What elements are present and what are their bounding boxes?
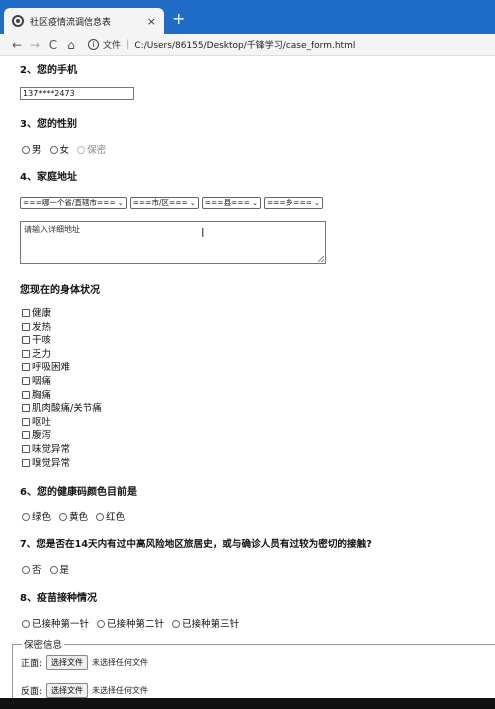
health-option[interactable]: 发热 <box>22 321 102 335</box>
back-label: 反面: <box>21 687 43 697</box>
address-selects: ===哪一个省/直辖市=== ⌄ ===市/区=== ⌄ ===县=== ⌄ ===乡… <box>20 197 323 209</box>
back-icon[interactable]: ← <box>8 38 26 52</box>
chevron-down-icon: ⌄ <box>117 199 124 207</box>
gender-options: 男 女 保密 <box>22 142 111 156</box>
travel-question: 7、您是否在14天内有过中高风险地区旅居史，或与确诊人员有过较为密切的接触? <box>20 539 372 550</box>
page-favicon-icon <box>12 15 24 27</box>
checkbox-icon[interactable] <box>22 390 30 399</box>
url-separator: | <box>126 39 130 50</box>
resize-handle-icon[interactable] <box>318 256 324 262</box>
new-tab-button[interactable]: + <box>172 11 185 27</box>
radio-icon[interactable] <box>22 566 30 574</box>
travel-option-yes[interactable]: 是 <box>49 565 69 576</box>
radio-icon[interactable] <box>22 620 30 628</box>
checkbox-icon[interactable] <box>22 376 30 385</box>
tab-title: 社区疫情流调信息表 <box>30 17 112 28</box>
secret-info-legend: 保密信息 <box>22 637 65 651</box>
county-select[interactable]: ===县=== ⌄ <box>201 197 261 209</box>
health-option[interactable]: 乏力 <box>22 348 102 362</box>
health-option[interactable]: 干咳 <box>22 334 102 348</box>
forward-icon[interactable]: → <box>26 38 44 52</box>
chevron-down-icon: ⌄ <box>314 199 320 207</box>
vaccine-option-third[interactable]: 已接种第三针 <box>172 619 239 630</box>
checkbox-icon[interactable] <box>22 309 30 317</box>
checkbox-icon[interactable] <box>22 417 30 426</box>
checkbox-icon[interactable] <box>22 349 30 358</box>
front-file-button[interactable]: 选择文件 <box>46 655 89 670</box>
url-scheme-label: 文件 <box>103 41 122 51</box>
radio-icon[interactable] <box>22 513 30 521</box>
checkbox-icon[interactable] <box>22 431 30 440</box>
health-option[interactable]: 腹泻 <box>22 429 102 443</box>
text-cursor-icon: I <box>201 226 205 240</box>
checkbox-icon[interactable] <box>22 363 30 372</box>
health-checklist: 健康 发热 干咳 乏力 呼吸困难 咽痛 胸痛 肌肉酸痛/关节痛 呕吐 腹泻 味觉… <box>22 307 102 470</box>
browser-nav-bar: ← → C ⌂ i 文件 | C:/Users/86155/Desktop/千锋… <box>0 34 495 56</box>
radio-icon[interactable] <box>49 146 58 154</box>
chevron-down-icon: ⌄ <box>251 199 258 207</box>
form-page: 2、您的手机 137****2473 3、您的性别 男 女 保密 4、家庭地址 … <box>0 56 495 709</box>
close-tab-icon[interactable]: × <box>147 15 156 28</box>
radio-icon[interactable] <box>172 620 181 628</box>
site-info-icon[interactable]: i <box>88 39 99 50</box>
front-file-status: 未选择任何文件 <box>92 658 149 667</box>
code-color-option-yellow[interactable]: 黄色 <box>59 512 88 523</box>
vaccine-option-second[interactable]: 已接种第二针 <box>97 619 164 630</box>
address-detail-textarea[interactable]: 请输入详细地址 <box>20 221 326 264</box>
health-option[interactable]: 呼吸困难 <box>22 361 102 375</box>
back-upload-row: 反面: 选择文件 未选择任何文件 <box>21 683 148 698</box>
checkbox-icon[interactable] <box>22 322 30 331</box>
address-detail-placeholder: 请输入详细地址 <box>24 225 80 234</box>
address-question: 4、家庭地址 <box>20 172 77 183</box>
address-bar[interactable]: C:/Users/86155/Desktop/千锋学习/case_form.ht… <box>134 38 355 51</box>
health-option[interactable]: 味觉异常 <box>22 443 102 457</box>
health-option[interactable]: 肌肉酸痛/关节痛 <box>22 402 102 416</box>
health-option[interactable]: 呕吐 <box>22 416 102 430</box>
township-select[interactable]: ===乡=== ⌄ <box>263 197 323 209</box>
browser-tab-bar: 社区疫情流调信息表 × + <box>0 0 495 34</box>
travel-options: 否 是 <box>22 562 74 576</box>
radio-icon[interactable] <box>77 146 86 154</box>
browser-tab[interactable]: 社区疫情流调信息表 × <box>4 8 164 34</box>
health-option[interactable]: 胸痛 <box>22 389 102 403</box>
vaccine-option-first[interactable]: 已接种第一针 <box>22 619 89 630</box>
code-color-options: 绿色 黄色 红色 <box>22 509 130 523</box>
city-select[interactable]: ===市/区=== ⌄ <box>129 197 199 209</box>
bottom-dark-bar <box>0 698 495 709</box>
chevron-down-icon: ⌄ <box>189 199 196 207</box>
code-color-question: 6、您的健康码颜色目前是 <box>20 487 137 498</box>
code-color-option-red[interactable]: 红色 <box>96 512 125 523</box>
front-label: 正面: <box>21 659 43 669</box>
gender-option-female[interactable]: 女 <box>49 145 69 156</box>
back-file-status: 未选择任何文件 <box>92 686 149 695</box>
back-file-button[interactable]: 选择文件 <box>46 683 89 698</box>
province-select[interactable]: ===哪一个省/直辖市=== ⌄ <box>20 197 127 209</box>
health-option[interactable]: 咽痛 <box>22 375 102 389</box>
health-question: 您现在的身体状况 <box>20 285 100 296</box>
vaccine-question: 8、疫苗接种情况 <box>20 593 97 604</box>
checkbox-icon[interactable] <box>22 444 30 453</box>
checkbox-icon[interactable] <box>22 458 30 467</box>
home-icon[interactable]: ⌂ <box>62 38 80 52</box>
health-option[interactable]: 嗅觉异常 <box>22 457 102 471</box>
code-color-option-green[interactable]: 绿色 <box>22 512 51 523</box>
phone-input[interactable]: 137****2473 <box>20 87 134 100</box>
health-option[interactable]: 健康 <box>22 307 102 321</box>
gender-question: 3、您的性别 <box>20 119 77 130</box>
checkbox-icon[interactable] <box>22 336 30 345</box>
gender-option-secret[interactable]: 保密 <box>77 145 106 156</box>
phone-question: 2、您的手机 <box>20 65 77 76</box>
vaccine-options: 已接种第一针 已接种第二针 已接种第三针 <box>22 616 244 630</box>
radio-icon[interactable] <box>96 513 105 521</box>
radio-icon[interactable] <box>49 566 58 574</box>
radio-icon[interactable] <box>97 620 106 628</box>
front-upload-row: 正面: 选择文件 未选择任何文件 <box>21 655 148 670</box>
travel-option-no[interactable]: 否 <box>22 565 42 576</box>
radio-icon[interactable] <box>59 513 68 521</box>
radio-icon[interactable] <box>22 146 30 154</box>
reload-icon[interactable]: C <box>44 38 62 52</box>
checkbox-icon[interactable] <box>22 404 30 413</box>
gender-option-male[interactable]: 男 <box>22 145 42 156</box>
